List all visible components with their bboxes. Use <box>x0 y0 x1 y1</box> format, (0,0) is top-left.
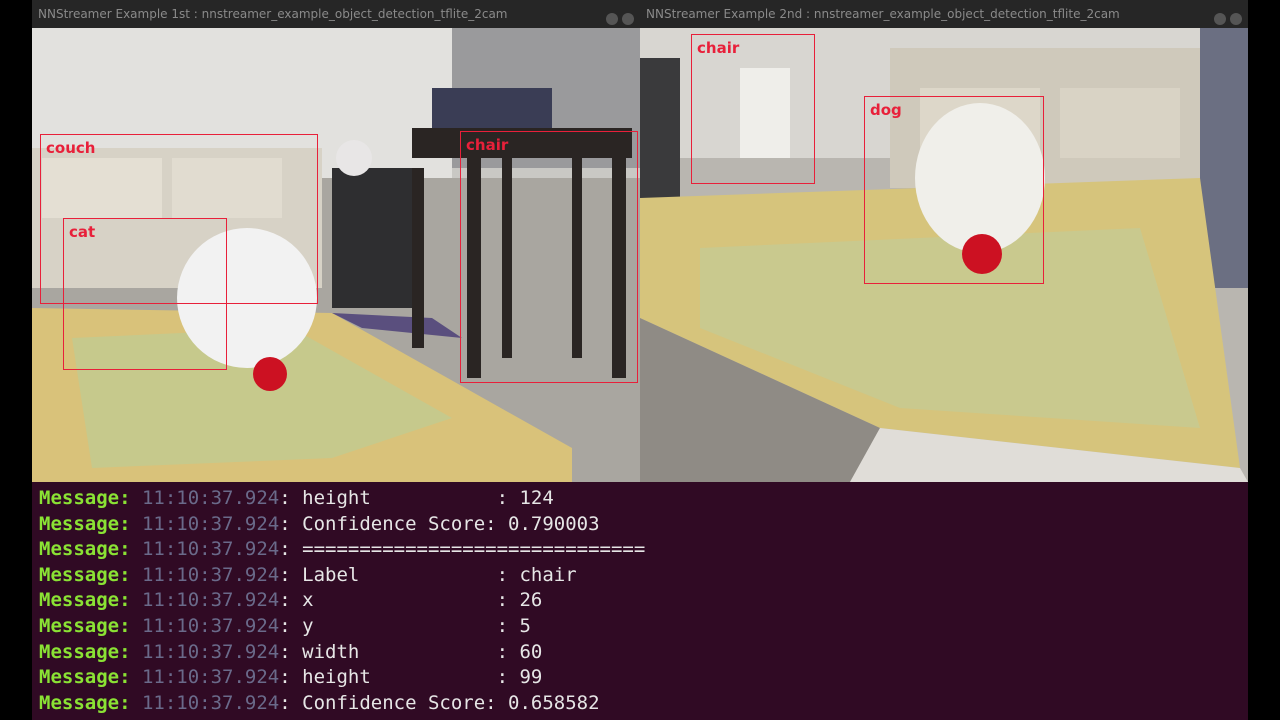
terminal-output[interactable]: Message: 11:10:37.924: height : 124 Mess… <box>32 482 1248 720</box>
log-text: x : 26 <box>302 589 543 612</box>
log-line: Message: 11:10:37.924: x : 26 <box>39 589 543 612</box>
detection-box: cat <box>63 218 227 370</box>
detection-label: dog <box>870 101 902 119</box>
log-line: Message: 11:10:37.924: Confidence Score:… <box>39 512 600 535</box>
log-line: Message: 11:10:37.924: =================… <box>39 538 646 561</box>
camera-window-2[interactable]: NNStreamer Example 2nd : nnstreamer_exam… <box>640 0 1248 482</box>
detection-box: chair <box>691 34 815 184</box>
log-timestamp: 11:10:37.924 <box>141 589 280 612</box>
detection-label: chair <box>697 39 740 57</box>
detection-box: chair <box>460 131 638 383</box>
camera-feed-2: chair dog <box>640 28 1248 482</box>
log-timestamp: 11:10:37.924 <box>141 563 280 586</box>
log-text: ============================== <box>302 538 646 561</box>
log-level: Message: <box>39 614 131 637</box>
window-titlebar[interactable]: NNStreamer Example 1st : nnstreamer_exam… <box>32 0 640 28</box>
close-icon[interactable] <box>622 13 634 25</box>
log-level: Message: <box>39 563 131 586</box>
log-timestamp: 11:10:37.924 <box>141 512 280 535</box>
detection-label: chair <box>466 136 509 154</box>
log-timestamp: 11:10:37.924 <box>141 487 280 509</box>
log-timestamp: 11:10:37.924 <box>141 691 280 714</box>
minimize-icon[interactable] <box>606 13 618 25</box>
log-level: Message: <box>39 512 131 535</box>
log-line: Message: 11:10:37.924: y : 5 <box>39 614 531 637</box>
detection-label: couch <box>46 139 96 157</box>
log-line: Message: 11:10:37.924: height : 99 <box>39 666 543 689</box>
window-title: NNStreamer Example 1st : nnstreamer_exam… <box>38 7 508 21</box>
log-text: Label : chair <box>302 563 577 586</box>
log-line: Message: 11:10:37.924: Confidence Score:… <box>39 691 600 714</box>
camera-feed-1: couch cat chair <box>32 28 640 482</box>
log-text: width : 60 <box>302 640 543 663</box>
log-text: Confidence Score: 0.790003 <box>302 512 600 535</box>
camera-window-1[interactable]: NNStreamer Example 1st : nnstreamer_exam… <box>32 0 640 482</box>
log-text: Confidence Score: 0.658582 <box>302 691 600 714</box>
log-line: Message: 11:10:37.924: width : 60 <box>39 640 543 663</box>
log-line: Message: 11:10:37.924: height : 124 <box>39 487 554 509</box>
log-timestamp: 11:10:37.924 <box>141 538 280 561</box>
close-icon[interactable] <box>1230 13 1242 25</box>
log-text: height : 124 <box>302 487 554 509</box>
minimize-icon[interactable] <box>1214 13 1226 25</box>
window-titlebar[interactable]: NNStreamer Example 2nd : nnstreamer_exam… <box>640 0 1248 28</box>
log-timestamp: 11:10:37.924 <box>141 666 280 689</box>
log-level: Message: <box>39 640 131 663</box>
log-timestamp: 11:10:37.924 <box>141 614 280 637</box>
detection-label: cat <box>69 223 96 241</box>
detection-box: dog <box>864 96 1044 284</box>
log-level: Message: <box>39 487 131 509</box>
log-line: Message: 11:10:37.924: Label : chair <box>39 563 577 586</box>
log-level: Message: <box>39 538 131 561</box>
log-level: Message: <box>39 666 131 689</box>
log-text: height : 99 <box>302 666 543 689</box>
log-level: Message: <box>39 589 131 612</box>
log-level: Message: <box>39 691 131 714</box>
window-title: NNStreamer Example 2nd : nnstreamer_exam… <box>646 7 1120 21</box>
log-timestamp: 11:10:37.924 <box>141 640 280 663</box>
log-text: y : 5 <box>302 614 531 637</box>
